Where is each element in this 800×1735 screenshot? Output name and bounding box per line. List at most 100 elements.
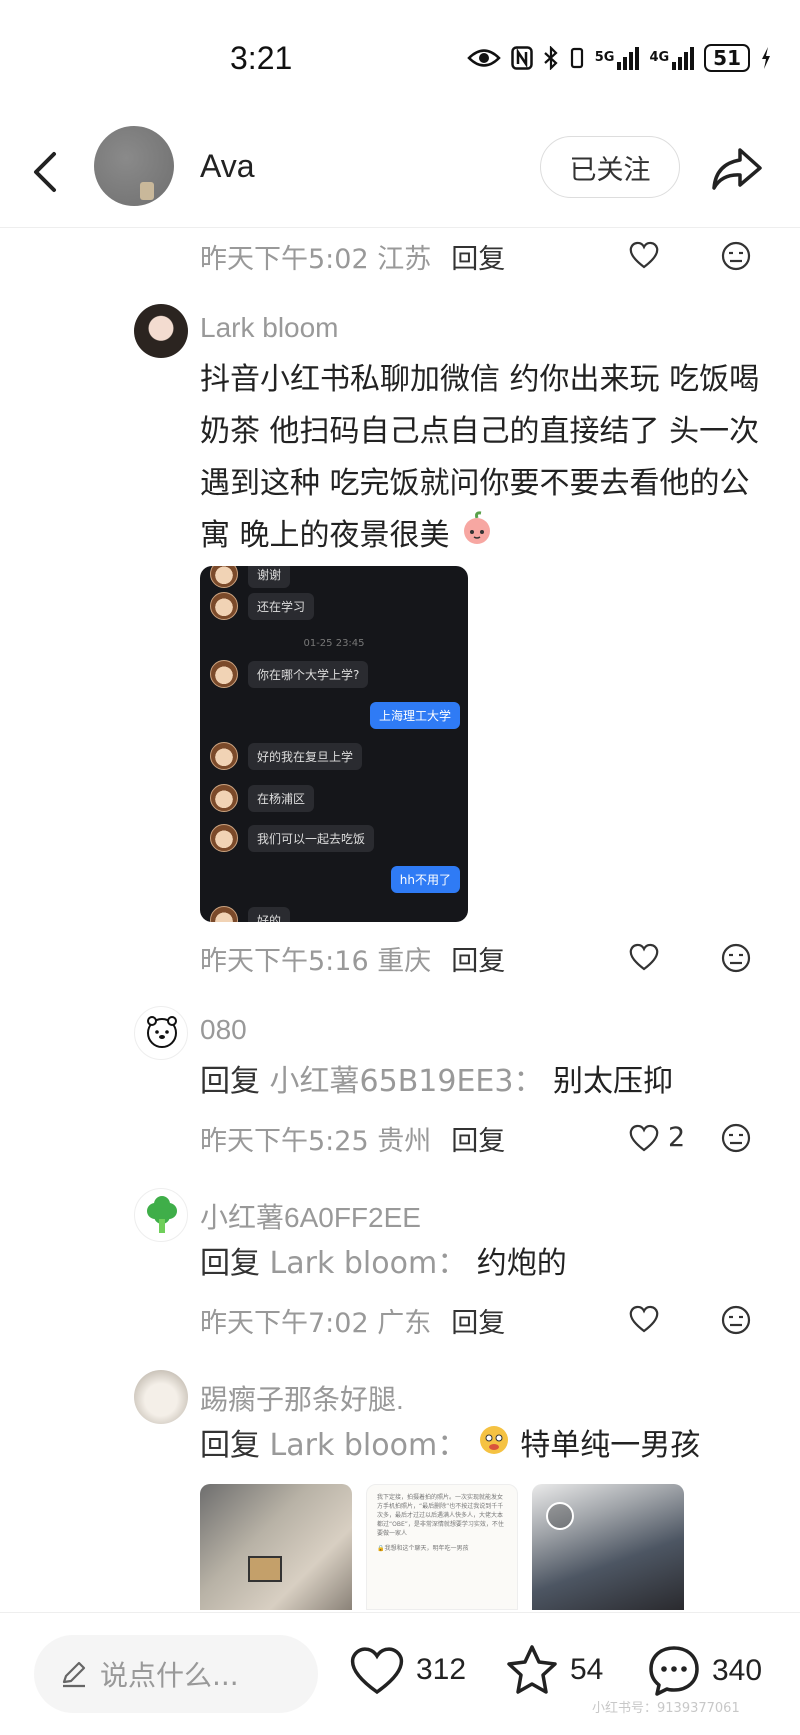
pencil-icon (62, 1661, 86, 1688)
net-4g-label: 4G (649, 50, 670, 65)
peach-emoji-icon (459, 510, 495, 563)
like-button[interactable] (628, 1304, 660, 1334)
comment-body: 别太压抑 (553, 1064, 674, 1099)
comment-meta: 昨天下午5:02 江苏 回复 (200, 236, 760, 276)
image-note-text: 我下定接，拍摄着拍的照片。一次实现就能发女方手机拍照片，“最后删除”也不按过我说… (377, 1494, 504, 1537)
status-icons: 5G 4G 51 (466, 44, 772, 72)
commenter-name[interactable]: 小红薯6A0FF2EE (200, 1196, 421, 1236)
meh-face-icon (721, 1305, 751, 1335)
comment-count: 340 (712, 1654, 763, 1687)
author-avatar[interactable] (94, 126, 174, 206)
commenter-avatar[interactable] (134, 304, 188, 358)
reply-prefix: 回复 (200, 1246, 260, 1281)
comment-image[interactable] (200, 1484, 352, 1610)
reply-prefix: 回复 (200, 1428, 260, 1463)
chat-message: 好的 (210, 906, 291, 922)
signal-5g-icon: 5G (595, 44, 640, 72)
heart-icon (629, 943, 659, 971)
comment-body: 约炮的 (476, 1246, 567, 1281)
heart-icon (629, 1305, 659, 1333)
like-count: 312 (416, 1653, 467, 1686)
like-note-button[interactable]: 312 (348, 1643, 466, 1697)
chat-message: 还在学习 (210, 592, 315, 620)
comment-text: 回复 Lark bloom： 约炮的 (200, 1238, 760, 1290)
comment-time: 昨天下午7:02 广东 (200, 1307, 432, 1339)
share-icon[interactable] (706, 138, 766, 198)
like-button[interactable] (628, 942, 660, 972)
follow-button[interactable]: 已关注 (540, 136, 680, 198)
charging-icon (760, 44, 772, 72)
watermark: 小红书号：9139377061 (592, 1701, 740, 1716)
nfc-icon (510, 44, 533, 72)
comment-text: 回复 小红薯65B19EE3： 别太压抑 (200, 1056, 760, 1108)
reply-button[interactable]: 回复 (451, 1119, 505, 1158)
signal-4g-icon: 4G (649, 44, 695, 72)
cheeky-emoji-icon (477, 1421, 511, 1473)
reply-prefix: 回复 (200, 1064, 260, 1099)
dislike-button[interactable] (720, 1304, 752, 1343)
net-5g-label: 5G (594, 50, 615, 65)
image-note-caption: 🔒我想和这个聊天，明年吃一男孩 (377, 1545, 469, 1552)
dislike-button[interactable] (720, 240, 752, 279)
comment-time: 昨天下午5:02 江苏 (200, 243, 432, 275)
reply-button[interactable]: 回复 (451, 939, 505, 978)
reply-target[interactable]: 小红薯65B19EE3： (270, 1064, 544, 1099)
status-bar: 3:21 5G 4G 51 (0, 0, 800, 118)
dislike-button[interactable] (720, 942, 752, 981)
comment-meta: 昨天下午7:02 广东 回复 (200, 1300, 760, 1340)
chat-message: 上海理工大学 (369, 702, 460, 729)
comment-note-button[interactable]: 340 (646, 1643, 762, 1699)
meh-face-icon (721, 943, 751, 973)
heart-icon (350, 1647, 404, 1695)
reply-target[interactable]: Lark bloom： (270, 1428, 468, 1463)
star-icon (507, 1645, 557, 1694)
comment-meta: 昨天下午5:16 重庆 回复 (200, 938, 760, 978)
like-count: 2 (668, 1122, 686, 1153)
like-button[interactable] (628, 240, 660, 270)
comment-text: 抖音小红书私聊加微信 约你出来玩 吃饭喝奶茶 他扫码自己点自己的直接结了 头一次… (200, 354, 760, 563)
reply-target[interactable]: Lark bloom： (270, 1246, 468, 1281)
meh-face-icon (721, 241, 751, 271)
chat-message: 你在哪个大学上学? (210, 660, 369, 688)
battery-indicator: 51 (704, 44, 750, 72)
author-name[interactable]: Ava (200, 148, 255, 185)
chat-message: 我们可以一起去吃饭 (210, 824, 375, 852)
dislike-button[interactable] (720, 1122, 752, 1161)
chat-message: hh不用了 (390, 866, 460, 893)
comment-input-placeholder: 说点什么... (100, 1659, 239, 1692)
reply-button[interactable]: 回复 (451, 1301, 505, 1340)
chat-message: 在杨浦区 (210, 784, 315, 812)
heart-icon (629, 241, 659, 269)
comment-input[interactable]: 说点什么... (34, 1635, 318, 1713)
commenter-name[interactable]: 踢瘸子那条好腿. (200, 1378, 404, 1418)
reply-button[interactable]: 回复 (451, 237, 505, 276)
live-photo-icon (546, 1502, 574, 1530)
commenter-avatar[interactable] (134, 1188, 188, 1242)
chat-message: 好的我在复旦上学 (210, 742, 363, 770)
commenter-avatar[interactable] (134, 1370, 188, 1424)
comment-meta: 昨天下午5:25 贵州 回复 2 (200, 1118, 760, 1158)
heart-icon (629, 1124, 659, 1151)
comment-body: 特单纯一男孩 (520, 1428, 701, 1463)
back-arrow-icon[interactable] (24, 144, 68, 200)
collect-count: 54 (570, 1653, 604, 1686)
comment-image[interactable] (532, 1484, 684, 1610)
comment-image[interactable]: 我下定接，拍摄着拍的照片。一次实现就能发女方手机拍照片，“最后删除”也不按过我说… (366, 1484, 518, 1610)
bluetooth-icon (543, 44, 559, 72)
commenter-name[interactable]: 080 (200, 1014, 247, 1046)
bottom-action-bar: 说点什么... 312 54 340 小红书号：9139377061 (0, 1612, 800, 1735)
vibrate-icon (569, 44, 585, 72)
collect-note-button[interactable]: 54 (504, 1643, 603, 1697)
comment-image-row: 我下定接，拍摄着拍的照片。一次实现就能发女方手机拍照片，“最后删除”也不按过我说… (200, 1484, 690, 1610)
chat-timestamp: 01-25 23:45 (303, 638, 365, 649)
comment-text: 回复 Lark bloom： 特单纯一男孩 (200, 1420, 760, 1473)
commenter-avatar[interactable] (134, 1006, 188, 1060)
status-time: 3:21 (230, 40, 293, 76)
commenter-name[interactable]: Lark bloom (200, 312, 339, 344)
meh-face-icon (721, 1123, 751, 1153)
eye-icon (466, 44, 501, 72)
chat-screenshot-image[interactable]: 谢谢 还在学习 01-25 23:45 你在哪个大学上学? 上海理工大学 好的我… (200, 566, 468, 922)
comment-time: 昨天下午5:16 重庆 (200, 945, 432, 977)
chat-message: 谢谢 (210, 566, 291, 588)
like-button[interactable]: 2 (628, 1122, 685, 1153)
